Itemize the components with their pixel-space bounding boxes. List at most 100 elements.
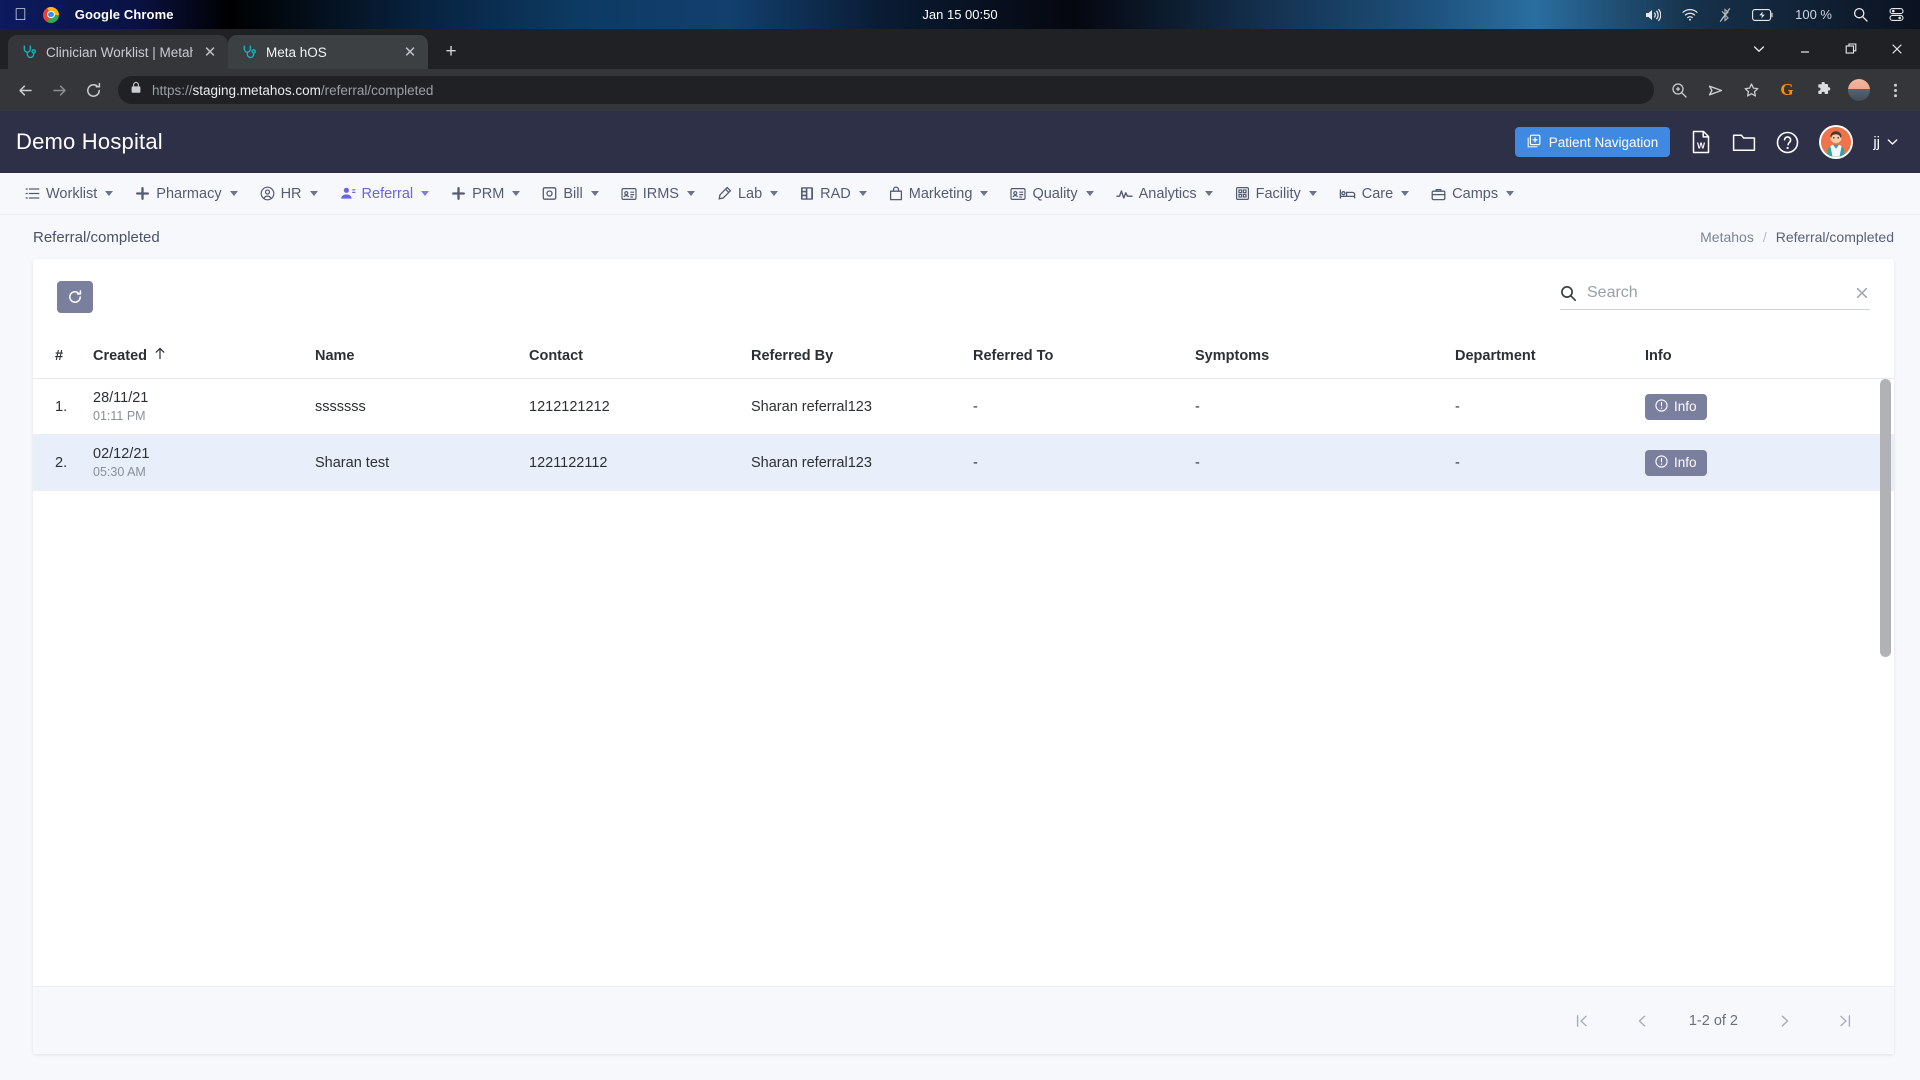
volume-icon[interactable] [1644,8,1662,22]
bluetooth-off-icon[interactable] [1719,7,1731,23]
apple-logo-icon[interactable]:  [14,6,27,23]
table-row[interactable]: 1. 28/11/21 01:11 PM sssssss 1212121212 Shara… [33,378,1894,435]
minimize-icon[interactable] [1782,29,1828,69]
breadcrumb-root[interactable]: Metahos [1700,229,1754,245]
column-header-refby[interactable]: Referred By [743,335,965,379]
nav-item-label: Worklist [46,185,98,202]
nav-item-marketing[interactable]: Marketing [878,173,1000,215]
search-clear-icon[interactable] [1854,285,1870,301]
patient-navigation-button[interactable]: Patient Navigation [1514,127,1671,157]
refresh-button[interactable] [57,281,93,313]
control-center-icon[interactable] [1889,7,1904,22]
chevron-down-icon[interactable] [1204,191,1213,196]
column-header-name[interactable]: Name [307,335,521,379]
restore-icon[interactable] [1828,29,1874,69]
nav-item-irms[interactable]: IRMS [610,173,706,215]
prev-page-button[interactable] [1629,1008,1655,1034]
user-menu[interactable]: jj [1873,134,1898,151]
column-header-created[interactable]: Created [85,335,307,379]
address-bar[interactable]: https://staging.metahos.com/referral/com… [118,76,1654,104]
profile-avatar-icon[interactable] [1842,73,1876,107]
avatar[interactable] [1819,125,1854,159]
browser-tab-2[interactable]: Meta hOS ✕ [228,35,428,69]
bookmark-star-icon[interactable] [1734,73,1768,107]
os-clock[interactable]: Jan 15 00:50 [922,7,997,22]
nav-item-facility[interactable]: Facility [1224,173,1328,215]
browser-tab-2-title: Meta hOS [266,44,327,60]
nav-item-bill[interactable]: Bill [531,173,609,215]
send-icon[interactable] [1698,73,1732,107]
help-circle-icon[interactable] [1776,131,1799,154]
chrome-menu-icon[interactable] [1878,73,1912,107]
chevron-down-icon[interactable] [1308,191,1317,196]
word-document-icon[interactable]: W [1690,130,1712,154]
browser-tab-2-close-icon[interactable]: ✕ [402,44,418,60]
search-input[interactable] [1587,284,1844,302]
chevron-down-icon[interactable] [1506,191,1515,196]
created-date: 28/11/21 [93,390,149,406]
arrow-up-icon[interactable] [154,347,166,364]
nav-item-pharmacy[interactable]: Pharmacy [124,173,248,215]
user-name-label: jj [1873,133,1880,151]
wifi-icon[interactable] [1682,8,1698,21]
nav-item-care[interactable]: Care [1328,173,1420,215]
nav-item-quality[interactable]: Quality [999,173,1104,215]
table-vertical-scrollbar[interactable] [1880,379,1891,986]
info-button[interactable]: Info [1645,393,1707,420]
nav-item-rad[interactable]: RAD [789,173,878,215]
list-icon [25,186,40,201]
column-header-contact[interactable]: Contact [521,335,743,379]
chevron-down-icon[interactable] [1085,191,1094,196]
nav-item-referral[interactable]: Referral [329,173,441,215]
cell-name-value: Sharan test [315,454,390,471]
column-header-refto[interactable]: Referred To [965,335,1187,379]
nav-item-worklist[interactable]: Worklist [14,173,124,215]
chevron-down-icon[interactable] [858,191,867,196]
chevron-down-icon[interactable] [590,191,599,196]
chevron-down-icon[interactable] [770,191,779,196]
column-header-symp[interactable]: Symptoms [1187,335,1447,379]
forward-arrow-icon[interactable] [42,73,76,107]
reload-icon[interactable] [76,73,110,107]
os-active-app-name[interactable]: Google Chrome [75,7,174,22]
browser-tab-1[interactable]: Clinician Worklist | Metah ✕ [8,35,228,69]
first-page-button[interactable] [1569,1008,1595,1034]
created-time: 05:30 AM [93,465,146,479]
battery-icon[interactable] [1752,8,1774,21]
nav-item-prm[interactable]: PRM [440,173,531,215]
nav-item-label: Facility [1255,185,1301,202]
nav-item-lab[interactable]: Lab [706,173,789,215]
new-tab-button[interactable]: + [436,37,466,67]
chevron-down-icon[interactable] [309,191,318,196]
table-row[interactable]: 2. 02/12/21 05:30 AM Sharan test 1221122112 S… [33,434,1894,491]
browser-tab-1-close-icon[interactable]: ✕ [202,44,218,60]
chevron-down-icon[interactable] [421,191,430,196]
grammarly-extension-icon[interactable]: G [1770,73,1804,107]
search-field[interactable] [1560,284,1870,310]
chevron-down-icon[interactable] [1401,191,1410,196]
cell-created: 02/12/21 05:30 AM [85,434,307,491]
close-icon[interactable] [1874,29,1920,69]
info-button[interactable]: Info [1645,449,1707,476]
zoom-in-icon[interactable] [1662,73,1696,107]
chevron-down-icon[interactable] [980,191,989,196]
column-header-dept[interactable]: Department [1447,335,1637,379]
column-header-num[interactable]: # [33,335,85,379]
column-header-info[interactable]: Info [1637,335,1894,379]
last-page-button[interactable] [1832,1008,1858,1034]
folder-icon[interactable] [1732,131,1756,153]
extensions-puzzle-icon[interactable] [1806,73,1840,107]
scrollbar-thumb[interactable] [1880,379,1891,657]
next-page-button[interactable] [1772,1008,1798,1034]
chevron-down-icon[interactable] [686,191,695,196]
chevron-down-icon[interactable] [1736,29,1782,69]
back-arrow-icon[interactable] [8,73,42,107]
chevron-down-icon[interactable] [512,191,521,196]
nav-item-hr[interactable]: HR [249,173,329,215]
cell-index: 1. [33,378,85,435]
chevron-down-icon[interactable] [229,191,238,196]
chevron-down-icon[interactable] [105,191,114,196]
spotlight-search-icon[interactable] [1853,7,1868,22]
nav-item-analytics[interactable]: Analytics [1105,173,1224,215]
nav-item-camps[interactable]: Camps [1420,173,1525,215]
